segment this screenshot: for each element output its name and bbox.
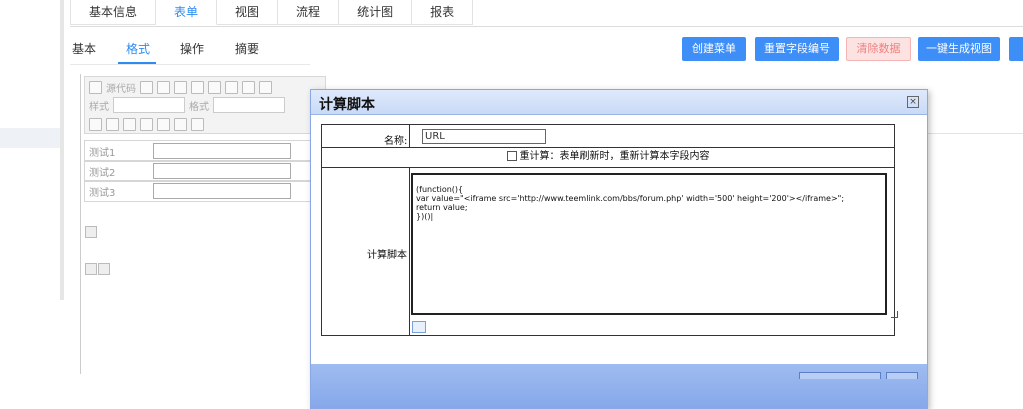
subtab-format[interactable]: 格式 [126,40,150,58]
subtab-divider [70,64,310,65]
tab-basic-info[interactable]: 基本信息 [70,0,157,25]
form-field-label: 测试3 [89,188,116,199]
clear-data-button[interactable]: 清除数据 [846,37,911,61]
create-menu-button[interactable]: 创建菜单 [682,37,746,61]
format-select[interactable] [213,97,285,113]
field-icon[interactable] [98,263,110,275]
toolbar-row-2: 样式 格式 [89,97,285,113]
tab-flow[interactable]: 流程 [278,0,340,25]
subtab-summary[interactable]: 摘要 [235,40,259,58]
calc-script-dialog: 计算脚本 × 名称: URL 重计算：表单刷新时，重新计算本字段内容 计算脚本 … [310,89,928,409]
left-scrollbar[interactable] [60,0,64,300]
divider [409,125,410,147]
template-icon[interactable] [174,80,187,94]
recalc-option: 重计算：表单刷新时，重新计算本字段内容 [322,148,894,166]
cancel-button[interactable] [886,372,918,379]
editor-toolbar: 源代码 样式 格式 [84,76,326,134]
divider [322,167,894,168]
bank-icon[interactable] [174,117,187,131]
field-icon[interactable] [85,226,97,238]
print-icon[interactable] [157,80,170,94]
field-icon[interactable] [85,263,97,275]
resize-handle[interactable] [891,311,898,318]
dialog-title: 计算脚本 [319,97,375,113]
left-nav-selected-item[interactable] [0,128,60,148]
toolbar-row-1: 源代码 [89,79,272,95]
form-row: 测试1 [84,140,314,162]
image-icon[interactable] [123,117,136,131]
recalc-checkbox[interactable] [506,151,517,161]
copy-icon[interactable] [140,80,153,94]
form-field-label: 测试1 [89,148,116,159]
radio-icon[interactable] [106,117,119,131]
script-label: 计算脚本 [367,250,407,261]
confirm-button[interactable] [799,372,881,379]
top-tab-bar: 基本信息 表单 视图 流程 统计图 报表 [70,0,1023,27]
form-field-input[interactable] [153,163,291,179]
style-label: 样式 [89,101,109,113]
subtab-operation[interactable]: 操作 [180,40,204,58]
calendar-icon[interactable] [157,117,170,131]
cut-icon[interactable] [191,80,204,94]
checkbox-icon[interactable] [89,117,102,131]
expand-icon[interactable] [412,321,426,333]
subtab-active-indicator [118,62,156,64]
spellcheck-icon[interactable] [242,80,255,94]
paste-icon[interactable] [208,80,221,94]
more-button[interactable] [1009,37,1023,61]
toolbar-row-3 [89,116,204,132]
source-label[interactable]: 源代码 [106,80,136,95]
form-row: 测试2 [84,160,314,182]
close-icon[interactable]: × [907,96,919,108]
tab-report[interactable]: 报表 [412,0,474,25]
divider [409,167,410,335]
form-field-input[interactable] [153,143,291,159]
format-label: 格式 [189,101,209,113]
dialog-footer [311,364,927,408]
dialog-header[interactable]: 计算脚本 × [311,90,927,115]
style-select[interactable] [113,97,185,113]
tab-form[interactable]: 表单 [156,0,218,25]
paste-text-icon[interactable] [225,80,238,94]
subtab-basic[interactable]: 基本 [72,40,96,58]
name-label: 名称: [384,136,408,147]
script-editor[interactable]: (function(){ var value="<iframe src='htt… [411,173,887,315]
tab-view[interactable]: 视图 [217,0,279,25]
form-field-label: 测试2 [89,168,116,179]
tag-icon[interactable] [191,117,204,131]
dialog-form: 名称: URL 重计算：表单刷新时，重新计算本字段内容 计算脚本 (functi… [321,124,898,336]
generate-view-button[interactable]: 一键生成视图 [918,37,1000,61]
recalc-label[interactable]: 重计算：表单刷新时，重新计算本字段内容 [520,151,710,162]
table-icon[interactable] [140,117,153,131]
tab-chart[interactable]: 统计图 [339,0,413,25]
undo-icon[interactable] [259,80,272,94]
form-row: 测试3 [84,180,314,202]
form-field-input[interactable] [153,183,291,199]
name-input[interactable]: URL [422,129,546,144]
content-divider [926,133,1023,134]
source-icon[interactable] [89,80,102,94]
renumber-fields-button[interactable]: 重置字段编号 [755,37,839,61]
left-nav [0,0,60,407]
